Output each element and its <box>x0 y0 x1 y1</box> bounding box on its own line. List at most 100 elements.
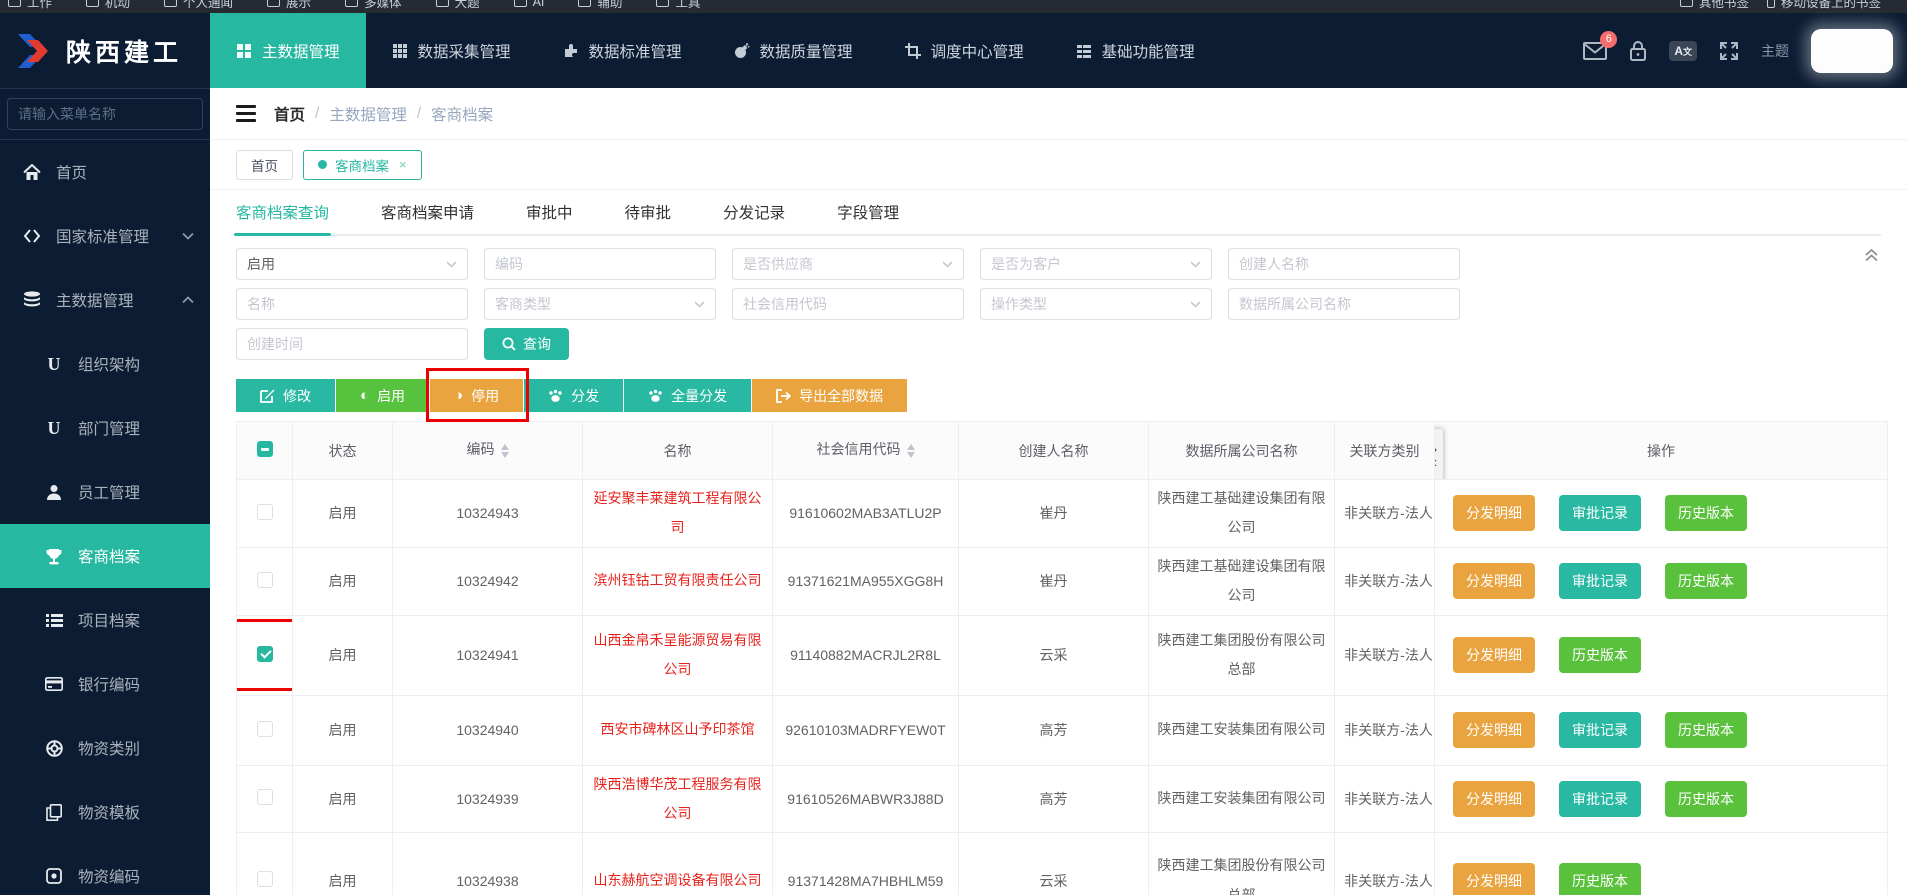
column-split-handle[interactable]: ›‹ <box>1435 429 1443 479</box>
merchant-name-link[interactable]: 陕西浩博华茂工程服务有限公司 <box>594 776 762 821</box>
disable-button[interactable]: ◑ 停用 <box>426 368 530 422</box>
tab-merchant-apply[interactable]: 客商档案申请 <box>381 190 474 234</box>
theme-label[interactable]: 主题 <box>1761 41 1789 61</box>
select-all-checkbox[interactable] <box>256 441 273 457</box>
name-input[interactable] <box>236 288 468 320</box>
history-version-button[interactable]: 历史版本 <box>1559 862 1641 895</box>
create-time-input[interactable] <box>236 328 468 360</box>
creator-input[interactable] <box>1228 248 1460 280</box>
tab-merchant-query[interactable]: 客商档案查询 <box>233 190 332 236</box>
operation-type-select[interactable] <box>980 288 1212 320</box>
lock-icon[interactable] <box>1629 40 1647 61</box>
sort-icon[interactable] <box>906 440 915 462</box>
sidebar-item-home[interactable]: 首页 <box>0 140 210 204</box>
mail-icon[interactable]: 6 <box>1583 30 1618 61</box>
breadcrumb-section[interactable]: 主数据管理 <box>329 103 407 125</box>
bookmark-folder[interactable]: 大题 <box>435 0 480 11</box>
tag-home[interactable]: 首页 <box>236 149 293 180</box>
sort-icon[interactable] <box>500 440 509 462</box>
fullscreen-icon[interactable] <box>1719 41 1739 61</box>
status-select[interactable] <box>236 248 468 280</box>
sidebar-item-org-structure[interactable]: U 组织架构 <box>0 332 210 396</box>
row-checkbox[interactable] <box>256 503 273 520</box>
col-code[interactable]: 编码 <box>392 421 583 480</box>
bookmark-folder[interactable]: 机动 <box>86 0 130 11</box>
approval-record-button[interactable]: 审批记录 <box>1559 712 1641 749</box>
nav-data-standard[interactable]: 数据标准管理 <box>537 13 708 88</box>
credit-code-input[interactable] <box>732 288 964 320</box>
sidebar-item-master-data[interactable]: 主数据管理 <box>0 268 210 332</box>
distribution-detail-button[interactable]: 分发明细 <box>1453 780 1535 817</box>
bookmark-folder[interactable]: 工具 <box>656 0 700 11</box>
bookmark-folder[interactable]: 工作 <box>8 0 52 11</box>
nav-master-data[interactable]: 主数据管理 <box>210 13 366 88</box>
sidebar-item-department[interactable]: U 部门管理 <box>0 396 210 460</box>
sidebar-item-national-standards[interactable]: 国家标准管理 <box>0 204 210 268</box>
merchant-name-link[interactable]: 山东赫航空调设备有限公司 <box>594 872 762 888</box>
row-checkbox[interactable] <box>256 871 273 888</box>
modify-button[interactable]: 修改 <box>236 379 336 412</box>
sidebar-item-material-template[interactable]: 物资模板 <box>0 780 210 844</box>
history-version-button[interactable]: 历史版本 <box>1665 495 1747 532</box>
tab-distribution-record[interactable]: 分发记录 <box>723 190 785 234</box>
tag-merchant-archive[interactable]: 客商档案 × <box>303 149 422 180</box>
company-input[interactable] <box>1228 288 1460 320</box>
approval-record-button[interactable]: 审批记录 <box>1559 780 1641 817</box>
row-checkbox[interactable] <box>256 720 273 737</box>
approval-record-button[interactable]: 审批记录 <box>1559 563 1641 600</box>
sidebar-item-bank-code[interactable]: 银行编码 <box>0 652 210 716</box>
distribution-detail-button[interactable]: 分发明细 <box>1453 862 1535 895</box>
bookmark-folder[interactable]: 辅助 <box>578 0 622 11</box>
full-distribute-button[interactable]: 全量分发 <box>624 379 753 412</box>
brand-logo[interactable]: 陕西建工 <box>0 13 210 88</box>
code-input[interactable] <box>484 248 716 280</box>
tab-pending-approval[interactable]: 待审批 <box>625 190 672 234</box>
distribution-detail-button[interactable]: 分发明细 <box>1453 495 1535 532</box>
menu-search-input[interactable] <box>7 98 203 130</box>
enable-button[interactable]: ◐ 启用 <box>336 379 431 412</box>
row-checkbox[interactable] <box>256 789 273 806</box>
row-checkbox[interactable] <box>256 645 273 662</box>
bookmark-folder[interactable]: 个人通闻 <box>164 0 233 11</box>
history-version-button[interactable]: 历史版本 <box>1665 780 1747 817</box>
distribution-detail-button[interactable]: 分发明细 <box>1453 712 1535 749</box>
collapse-filter-icon[interactable] <box>1864 248 1879 262</box>
history-version-button[interactable]: 历史版本 <box>1665 563 1747 600</box>
merchant-name-link[interactable]: 延安聚丰莱建筑工程有限公司 <box>594 490 762 535</box>
is-customer-select[interactable] <box>980 248 1212 280</box>
avatar[interactable] <box>1811 28 1893 73</box>
merchant-name-link[interactable]: 山西金帛禾呈能源贸易有限公司 <box>594 632 762 677</box>
tab-in-approval[interactable]: 审批中 <box>526 190 573 234</box>
history-version-button[interactable]: 历史版本 <box>1559 637 1641 674</box>
col-credit-code[interactable]: 社会信用代码 <box>772 421 959 480</box>
history-version-button[interactable]: 历史版本 <box>1665 712 1747 749</box>
tab-field-management[interactable]: 字段管理 <box>837 190 899 234</box>
mobile-bookmarks[interactable]: 移动设备上的书签 <box>1766 0 1881 11</box>
distribution-detail-button[interactable]: 分发明细 <box>1453 563 1535 600</box>
merchant-name-link[interactable]: 滨州钰钴工贸有限责任公司 <box>594 572 762 588</box>
language-icon[interactable]: A文 <box>1669 40 1697 61</box>
sidebar-item-merchant-archive[interactable]: 客商档案 <box>0 524 210 588</box>
query-button[interactable]: 查询 <box>484 328 569 360</box>
nav-basic-functions[interactable]: 基础功能管理 <box>1050 13 1221 88</box>
close-icon[interactable]: × <box>399 157 407 172</box>
bookmark-folder[interactable]: AI <box>513 0 544 9</box>
sidebar-item-material-category[interactable]: 物资类别 <box>0 716 210 780</box>
bookmark-folder[interactable]: 多媒体 <box>345 0 402 11</box>
row-checkbox[interactable] <box>256 571 273 588</box>
export-all-button[interactable]: 导出全部数据 <box>752 379 909 412</box>
nav-dispatch-center[interactable]: 调度中心管理 <box>879 13 1050 88</box>
breadcrumb-home[interactable]: 首页 <box>274 103 305 125</box>
is-supplier-select[interactable] <box>732 248 964 280</box>
bookmark-folder[interactable]: 展示 <box>267 0 311 11</box>
distribute-button[interactable]: 分发 <box>524 379 625 412</box>
distribution-detail-button[interactable]: 分发明细 <box>1453 637 1535 674</box>
other-bookmarks[interactable]: 其他书签 <box>1679 0 1749 11</box>
approval-record-button[interactable]: 审批记录 <box>1559 495 1641 532</box>
nav-data-quality[interactable]: 数据质量管理 <box>708 13 879 88</box>
sidebar-item-employee[interactable]: 员工管理 <box>0 460 210 524</box>
nav-data-collection[interactable]: 数据采集管理 <box>366 13 537 88</box>
sidebar-item-material-code[interactable]: 物资编码 <box>0 844 210 895</box>
hamburger-icon[interactable] <box>236 105 256 122</box>
sidebar-item-project-archive[interactable]: 项目档案 <box>0 588 210 652</box>
